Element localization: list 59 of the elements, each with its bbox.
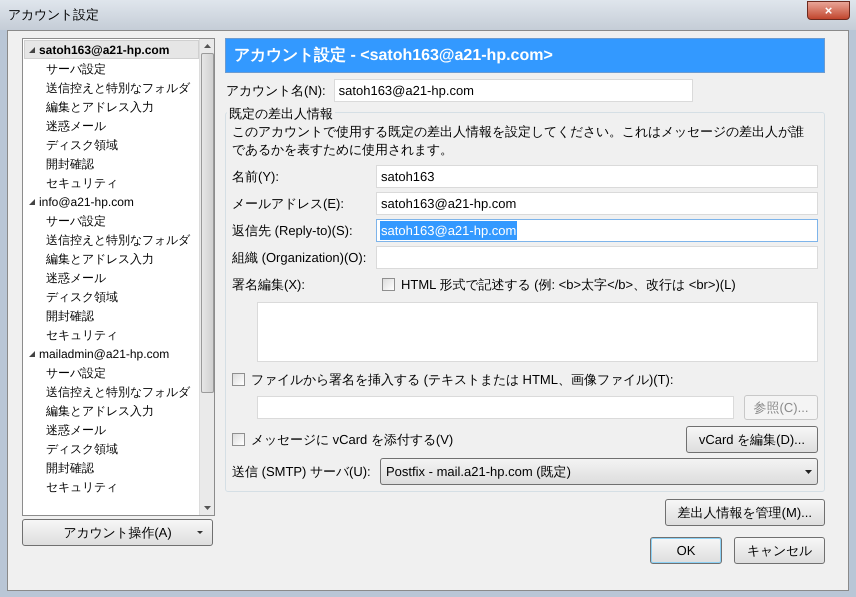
dialog-button[interactable]: OK: [650, 537, 722, 564]
field-label: 名前(Y):: [232, 168, 280, 186]
tree-item[interactable]: mailadmin@a21-hp.com: [24, 344, 199, 363]
tree-item[interactable]: 迷惑メール: [24, 116, 199, 135]
dialog-button[interactable]: キャンセル: [734, 537, 825, 564]
checkbox[interactable]: [232, 372, 245, 386]
tree-item[interactable]: 迷惑メール: [24, 420, 199, 439]
field-label: アカウント名(N):: [226, 82, 326, 100]
account-actions-button[interactable]: アカウント操作(A): [22, 519, 213, 546]
expand-icon[interactable]: [29, 46, 35, 52]
expand-icon[interactable]: [29, 198, 35, 204]
tree-item[interactable]: サーバ設定: [24, 211, 199, 230]
tree-item[interactable]: セキュリティ: [24, 173, 199, 192]
scroll-down-icon[interactable]: [204, 506, 210, 510]
expand-icon[interactable]: [29, 350, 35, 356]
tree-item[interactable]: 送信控えと特別なフォルダ: [24, 382, 199, 401]
tree-item[interactable]: ディスク領域: [24, 135, 199, 154]
input-field[interactable]: satoh163@a21-hp.com: [376, 192, 818, 215]
description: このアカウントで使用する既定の差出人情報を設定してください。これはメッセージの差出人が誰であるかを表すために使用されます。: [232, 123, 805, 159]
checkbox[interactable]: [232, 433, 245, 446]
input-field[interactable]: satoh163@a21-hp.com: [334, 79, 693, 102]
checkbox[interactable]: [382, 278, 395, 292]
tree-item[interactable]: サーバ設定: [24, 363, 199, 382]
smtp-server-dropdown[interactable]: Postfix - mail.a21-hp.com (既定): [380, 458, 818, 485]
scrollbar[interactable]: [199, 39, 214, 515]
tree-item[interactable]: セキュリティ: [24, 325, 199, 344]
page-header: アカウント設定 - <satoh163@a21-hp.com>: [225, 38, 825, 73]
tree-item[interactable]: ディスク領域: [24, 439, 199, 458]
caret-icon: [197, 530, 203, 534]
tree-item[interactable]: 編集とアドレス入力: [24, 249, 199, 268]
field-label: 送信 (SMTP) サーバ(U):: [232, 462, 372, 481]
tree-item[interactable]: 開封確認: [24, 154, 199, 173]
manage-identities-button[interactable]: 差出人情報を管理(M)...: [664, 499, 825, 526]
tree-item[interactable]: 迷惑メール: [24, 268, 199, 287]
checkbox-label: メッセージに vCard を添付する(V): [251, 430, 454, 449]
field-label: 署名編集(X):: [232, 276, 306, 294]
edit-vcard-button[interactable]: vCard を編集(D)...: [686, 426, 818, 453]
field-label: 返信先 (Reply-to)(S):: [232, 222, 354, 240]
input-field[interactable]: [376, 246, 818, 269]
tree-item[interactable]: セキュリティ: [24, 477, 199, 496]
field-label: 組織 (Organization)(O):: [232, 248, 368, 267]
tree-item[interactable]: info@a21-hp.com: [24, 192, 199, 211]
tree-item[interactable]: 送信控えと特別なフォルダ: [24, 78, 199, 97]
checkbox-label: HTML 形式で記述する (例: <b>太字</b>、改行は <br>)(L): [401, 276, 736, 294]
field-label: メールアドレス(E):: [232, 194, 345, 213]
tree-item[interactable]: 編集とアドレス入力: [24, 401, 199, 420]
input-field[interactable]: satoh163: [376, 165, 818, 188]
tree-item[interactable]: satoh163@a21-hp.com: [24, 40, 199, 59]
file-path-field[interactable]: [257, 396, 734, 419]
caret-icon: [805, 470, 812, 474]
tree-item[interactable]: 編集とアドレス入力: [24, 97, 199, 116]
window-title: アカウント設定: [8, 6, 99, 24]
tree-item[interactable]: 開封確認: [24, 458, 199, 477]
tree-item[interactable]: サーバ設定: [24, 59, 199, 78]
scroll-up-icon[interactable]: [204, 44, 210, 48]
checkbox-label: ファイルから署名を挿入する (テキストまたは HTML、画像ファイル)(T):: [251, 370, 674, 389]
tree-item[interactable]: 送信控えと特別なフォルダ: [24, 230, 199, 249]
tree-item[interactable]: ディスク領域: [24, 287, 199, 306]
tree-item[interactable]: 開封確認: [24, 306, 199, 325]
